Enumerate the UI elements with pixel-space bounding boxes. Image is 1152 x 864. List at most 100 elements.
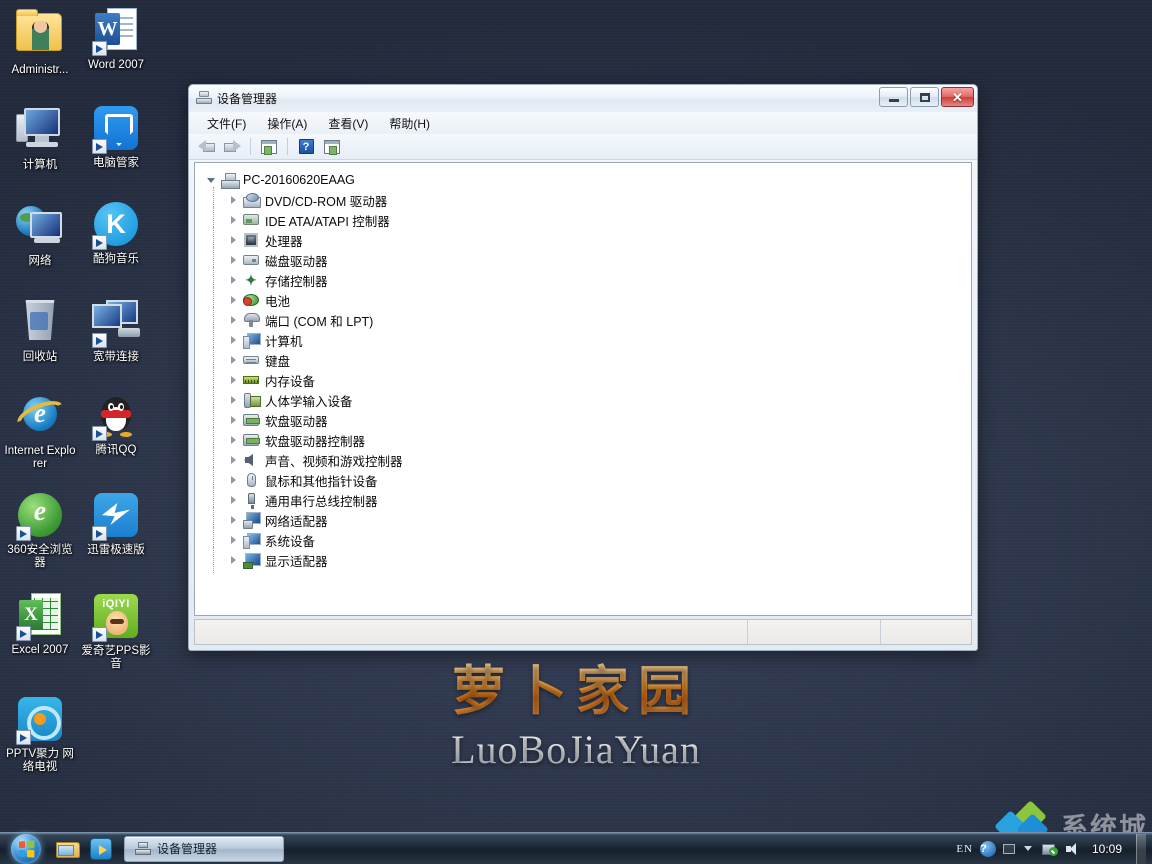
expand-collapse-icon[interactable] bbox=[227, 454, 240, 467]
shortcut-arrow-icon bbox=[16, 526, 31, 541]
tray-network-icon[interactable] bbox=[1042, 842, 1058, 856]
toolbar-properties[interactable] bbox=[320, 136, 344, 158]
computer-icon bbox=[243, 332, 261, 349]
tree-node-system-devices[interactable]: 系统设备 bbox=[205, 527, 971, 553]
tree-node-computer[interactable]: 计算机 bbox=[205, 327, 971, 353]
toolbar-help[interactable]: ? bbox=[294, 136, 318, 158]
desktop[interactable]: Administr... W Word 2007 计算机 电脑管家 网络 K 酷… bbox=[0, 0, 1152, 864]
menu-action[interactable]: 操作(A) bbox=[259, 113, 315, 134]
taskbar-item-device-manager[interactable]: 设备管理器 bbox=[124, 835, 284, 862]
tray-volume-icon[interactable] bbox=[1065, 842, 1080, 856]
memory-device-icon bbox=[243, 372, 260, 388]
tree-node-disk-drives[interactable]: 磁盘驱动器 bbox=[205, 247, 971, 273]
desktop-icon-360-browser[interactable]: 360安全浏览器 bbox=[2, 488, 78, 575]
start-button[interactable] bbox=[2, 833, 50, 864]
device-manager-window[interactable]: 设备管理器 ✕ 文件(F) 操作(A) 查看(V) 帮助(H) ? PC-201… bbox=[188, 84, 978, 651]
tree-node-floppy-controllers[interactable]: 软盘驱动器控制器 bbox=[205, 427, 971, 453]
menu-help[interactable]: 帮助(H) bbox=[381, 113, 438, 134]
computer-icon bbox=[16, 108, 64, 156]
menu-file[interactable]: 文件(F) bbox=[199, 113, 254, 134]
toolbar-separator bbox=[250, 138, 251, 155]
tree-node-floppy-drives[interactable]: 软盘驱动器 bbox=[205, 407, 971, 433]
chevron-up-icon[interactable] bbox=[1022, 842, 1035, 855]
expand-collapse-icon[interactable] bbox=[227, 374, 240, 387]
tree-node-sound-video-game[interactable]: 声音、视频和游戏控制器 bbox=[205, 447, 971, 473]
tray-language-indicator[interactable]: EN bbox=[956, 843, 973, 855]
device-tree-pane[interactable]: PC-20160620EAAG DVD/CD-ROM 驱动器 IDE ATA/A… bbox=[194, 162, 972, 616]
shortcut-arrow-icon bbox=[92, 139, 107, 154]
desktop-icon-tencent-qq[interactable]: 腾讯QQ bbox=[78, 389, 154, 476]
expand-collapse-icon[interactable] bbox=[227, 534, 240, 547]
tree-node-mice[interactable]: 鼠标和其他指针设备 bbox=[205, 467, 971, 493]
expand-collapse-icon[interactable] bbox=[227, 514, 240, 527]
desktop-icon-word-2007[interactable]: W Word 2007 bbox=[78, 4, 154, 82]
mouse-icon bbox=[243, 472, 260, 488]
shortcut-arrow-icon bbox=[92, 41, 107, 56]
desktop-icon-kugou-music[interactable]: K 酷狗音乐 bbox=[78, 197, 154, 273]
expand-collapse-icon[interactable] bbox=[227, 254, 240, 267]
tree-node-processor[interactable]: 处理器 bbox=[205, 227, 971, 253]
taskbar[interactable]: 设备管理器 EN ? 10:09 bbox=[0, 832, 1152, 864]
tree-node-label: 计算机 bbox=[265, 334, 303, 349]
desktop-icon-excel-2007[interactable]: X Excel 2007 bbox=[2, 589, 78, 676]
desktop-icon-iqiyi-pps[interactable]: 爱奇艺PPS影音 bbox=[78, 589, 154, 676]
window-titlebar[interactable]: 设备管理器 ✕ bbox=[189, 85, 977, 112]
desktop-icon-recycle-bin[interactable]: 回收站 bbox=[2, 293, 78, 369]
maximize-icon bbox=[919, 92, 930, 102]
tray-help-icon[interactable]: ? bbox=[980, 840, 996, 857]
desktop-icon-administrator[interactable]: Administr... bbox=[2, 4, 78, 82]
quicklaunch-media-player[interactable] bbox=[84, 834, 118, 864]
tray-overflow-button[interactable] bbox=[1003, 843, 1015, 854]
tree-node-hid[interactable]: 人体学输入设备 bbox=[205, 387, 971, 413]
expand-collapse-icon[interactable] bbox=[227, 234, 240, 247]
tree-node-ide-controller[interactable]: IDE ATA/ATAPI 控制器 bbox=[205, 207, 971, 233]
properties-panel-icon bbox=[324, 139, 340, 155]
show-desktop-button[interactable] bbox=[1136, 833, 1146, 864]
toolbar-forward[interactable] bbox=[220, 136, 244, 158]
desktop-icon-broadband-connection[interactable]: 宽带连接 bbox=[78, 293, 154, 369]
tree-node-label: 磁盘驱动器 bbox=[265, 254, 328, 269]
expand-collapse-icon[interactable] bbox=[205, 174, 218, 187]
desktop-icon-network[interactable]: 网络 bbox=[2, 197, 78, 273]
tree-node-ports[interactable]: 端口 (COM 和 LPT) bbox=[205, 307, 971, 333]
status-panel-tertiary bbox=[881, 620, 971, 644]
desktop-icon-label: 电脑管家 bbox=[93, 157, 139, 169]
expand-collapse-icon[interactable] bbox=[227, 194, 240, 207]
expand-collapse-icon[interactable] bbox=[227, 334, 240, 347]
tree-node-storage-controllers[interactable]: ✦ 存储控制器 bbox=[205, 267, 971, 293]
close-button[interactable]: ✕ bbox=[941, 87, 974, 107]
desktop-icon-pptv[interactable]: PPTV聚力 网络电视 bbox=[2, 692, 78, 779]
desktop-icon-computer[interactable]: 计算机 bbox=[2, 101, 78, 177]
expand-collapse-icon[interactable] bbox=[227, 414, 240, 427]
maximize-button[interactable] bbox=[910, 87, 939, 107]
expand-collapse-icon[interactable] bbox=[227, 214, 240, 227]
expand-collapse-icon[interactable] bbox=[227, 354, 240, 367]
desktop-icon-internet-explorer[interactable]: e Internet Explorer bbox=[2, 389, 78, 476]
expand-collapse-icon[interactable] bbox=[227, 394, 240, 407]
tree-node-usb-controllers[interactable]: 通用串行总线控制器 bbox=[205, 487, 971, 513]
expand-collapse-icon[interactable] bbox=[227, 474, 240, 487]
toolbar-back[interactable] bbox=[194, 136, 218, 158]
tree-node-dvd-cdrom[interactable]: DVD/CD-ROM 驱动器 bbox=[205, 187, 971, 213]
tree-node-memory-devices[interactable]: 内存设备 bbox=[205, 367, 971, 393]
expand-collapse-icon[interactable] bbox=[227, 554, 240, 567]
toolbar-show-hide-console-tree[interactable] bbox=[257, 136, 281, 158]
tree-node-keyboards[interactable]: 键盘 bbox=[205, 347, 971, 373]
expand-collapse-icon[interactable] bbox=[227, 274, 240, 287]
expand-collapse-icon[interactable] bbox=[227, 494, 240, 507]
quicklaunch-explorer[interactable] bbox=[50, 834, 84, 864]
minimize-button[interactable] bbox=[879, 87, 908, 107]
expand-collapse-icon[interactable] bbox=[227, 434, 240, 447]
expand-collapse-icon[interactable] bbox=[227, 314, 240, 327]
desktop-icon-row: 360安全浏览器 迅雷极速版 bbox=[2, 488, 158, 575]
desktop-icon-thunder-express[interactable]: 迅雷极速版 bbox=[78, 488, 154, 575]
tray-clock[interactable]: 10:09 bbox=[1087, 842, 1127, 856]
tree-node-display-adapters[interactable]: 显示适配器 bbox=[205, 547, 971, 573]
recycle-bin-icon bbox=[16, 300, 64, 348]
tree-node-battery[interactable]: 电池 bbox=[205, 287, 971, 313]
tree-node-root[interactable]: PC-20160620EAAG bbox=[205, 170, 971, 190]
expand-collapse-icon[interactable] bbox=[227, 294, 240, 307]
desktop-icon-pc-manager[interactable]: 电脑管家 bbox=[78, 101, 154, 177]
tree-node-network-adapters[interactable]: 网络适配器 bbox=[205, 507, 971, 533]
menu-view[interactable]: 查看(V) bbox=[320, 113, 376, 134]
